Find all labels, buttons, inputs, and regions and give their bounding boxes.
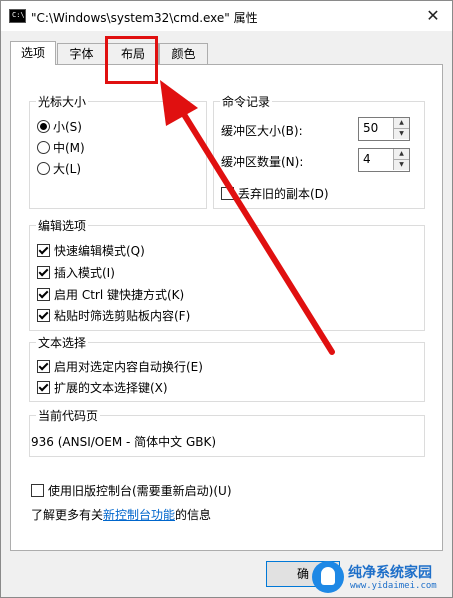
watermark-url: www.yidaimei.com (350, 581, 437, 591)
watermark: 纯净系统家园 www.yidaimei.com (312, 561, 453, 595)
watermark-title: 纯净系统家园 (348, 565, 432, 581)
annotation-arrow-icon (160, 80, 335, 355)
tab-options[interactable]: 选项 (10, 41, 56, 65)
watermark-logo-icon (312, 561, 344, 593)
